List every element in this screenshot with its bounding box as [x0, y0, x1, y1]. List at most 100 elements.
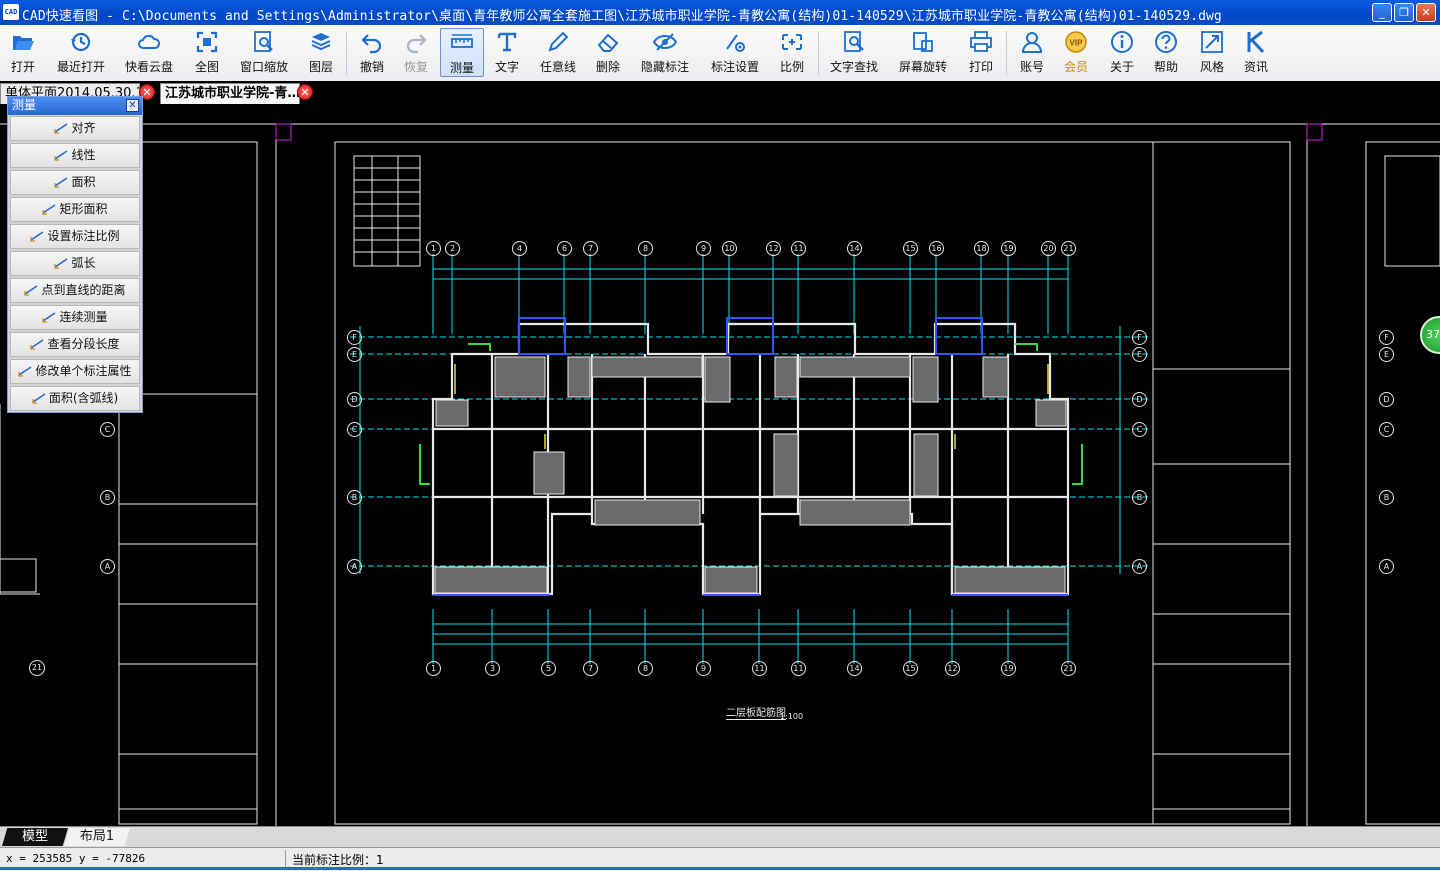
scale-icon — [772, 29, 812, 55]
grid-bubble-bottom: 14 — [847, 661, 862, 676]
grid-bubble-row-right: C — [1132, 422, 1147, 437]
toolbar-separator — [818, 31, 819, 75]
plan-title: 二层板配筋图 — [726, 704, 786, 720]
measure-tool-icon — [54, 173, 68, 188]
grid-bubble-top: 6 — [557, 241, 572, 256]
help-button[interactable]: 帮助 — [1146, 28, 1186, 77]
measure-tool-6[interactable]: 弧长 — [10, 251, 140, 276]
text-search-button[interactable]: 文字查找 — [826, 28, 882, 77]
measure-tool-label: 矩形面积 — [59, 202, 108, 216]
about-button[interactable]: 关于 — [1102, 28, 1142, 77]
grid-bubble-row-left: A — [347, 559, 362, 574]
grid-bubble-top: 15 — [903, 241, 918, 256]
measure-tool-1[interactable]: 对齐 — [10, 116, 140, 141]
grid-bubble-bottom: 8 — [638, 661, 653, 676]
measure-tool-icon — [54, 254, 68, 269]
grid-bubble-top: 16 — [929, 241, 944, 256]
help-icon — [1146, 29, 1186, 55]
measure-tool-3[interactable]: 面积 — [10, 170, 140, 195]
text-icon — [488, 29, 526, 55]
annotation-scale-readout: 当前标注比例：1 — [292, 853, 384, 867]
measure-tool-2[interactable]: 线性 — [10, 143, 140, 168]
cad-drawing — [0, 123, 1440, 826]
grid-bubble-top: 11 — [791, 241, 806, 256]
grid-bubble-bottom: 7 — [583, 661, 598, 676]
layout-tabs: 模型 布局1 — [0, 826, 1440, 847]
rotate-screen-button[interactable]: 屏幕旋转 — [894, 28, 952, 77]
grid-bubble-top: 9 — [696, 241, 711, 256]
drawing-canvas[interactable]: 1 2 4 6 7 8 9 10 12 11 14 15 16 18 19 20 21 1 3 5 7 8 9 11 11 14… — [0, 104, 1440, 826]
measure-tool-10[interactable]: 修改单个标注属性 — [10, 359, 140, 384]
redo-button[interactable]: 恢复 — [396, 28, 436, 77]
grid-bubble-row-right: A — [1132, 559, 1147, 574]
full-view-button[interactable]: 全图 — [186, 28, 228, 77]
folder-open-icon — [2, 29, 44, 55]
grid-bubble-row-far-right: C — [1379, 422, 1394, 437]
text-button[interactable]: 文字 — [488, 28, 526, 77]
measure-tool-icon — [30, 335, 44, 350]
restore-button[interactable]: ❐ — [1394, 3, 1414, 22]
grid-bubble-bottom: 11 — [791, 661, 806, 676]
minimize-button[interactable]: _ — [1372, 3, 1392, 22]
grid-bubble-row-far-right: E — [1379, 347, 1394, 362]
svg-text:VIP: VIP — [1070, 39, 1084, 48]
tab-model[interactable]: 模型 — [2, 828, 68, 846]
undo-icon — [352, 29, 392, 55]
recent-button[interactable]: 最近打开 — [52, 28, 110, 77]
layers-icon — [300, 29, 342, 55]
open-button[interactable]: 打开 — [2, 28, 44, 77]
measure-tool-11[interactable]: 面积(含弧线) — [10, 386, 140, 411]
measure-tool-9[interactable]: 查看分段长度 — [10, 332, 140, 357]
left-stair-row-label: 21 — [29, 660, 45, 676]
measure-tool-icon — [32, 389, 46, 404]
measure-panel-header: 测量 ✕ — [8, 97, 142, 115]
grid-bubble-row-left: F — [347, 330, 362, 345]
pencil-icon — [534, 29, 582, 55]
grid-bubble-bottom: 12 — [945, 661, 960, 676]
tab-layout1[interactable]: 布局1 — [64, 828, 130, 846]
measure-panel-title: 测量 — [12, 98, 37, 112]
grid-bubble-top: 10 — [722, 241, 737, 256]
grid-bubble-bottom: 1 — [426, 661, 441, 676]
measure-tool-label: 对齐 — [71, 121, 96, 135]
status-divider — [285, 850, 286, 868]
style-button[interactable]: 风格 — [1192, 28, 1232, 77]
grid-bubble-top: 7 — [583, 241, 598, 256]
freehand-line-button[interactable]: 任意线 — [534, 28, 582, 77]
measure-tool-7[interactable]: 点到直线的距离 — [10, 278, 140, 303]
measure-button[interactable]: 测量 — [440, 28, 484, 77]
measure-tool-5[interactable]: 设置标注比例 — [10, 224, 140, 249]
grid-bubble-row-far-right: B — [1379, 490, 1394, 505]
close-tab-icon[interactable]: ✕ — [297, 84, 313, 100]
annotation-settings-button[interactable]: 标注设置 — [706, 28, 764, 77]
grid-bubble-top: 21 — [1061, 241, 1076, 256]
measure-tool-icon — [30, 227, 44, 242]
account-button[interactable]: 账号 — [1012, 28, 1052, 77]
undo-button[interactable]: 撤销 — [352, 28, 392, 77]
close-window-button[interactable]: ✕ — [1416, 3, 1436, 22]
grid-bubble-top: 14 — [847, 241, 862, 256]
cloud-disk-button[interactable]: 快看云盘 — [120, 28, 178, 77]
measure-tool-icon — [18, 362, 32, 377]
measure-tool-4[interactable]: 矩形面积 — [10, 197, 140, 222]
clock-history-icon — [52, 29, 110, 55]
vip-button[interactable]: VIP 会员 — [1056, 28, 1096, 77]
layers-button[interactable]: 图层 — [300, 28, 342, 77]
grid-bubble-top: 4 — [512, 241, 527, 256]
close-panel-icon[interactable]: ✕ — [126, 99, 139, 112]
window-zoom-button[interactable]: 窗口缩放 — [236, 28, 292, 77]
measure-tool-8[interactable]: 连续测量 — [10, 305, 140, 330]
measure-tool-label: 修改单个标注属性 — [35, 364, 132, 378]
grid-bubble-row-right: B — [1132, 490, 1147, 505]
print-button[interactable]: 打印 — [962, 28, 1000, 77]
account-icon — [1012, 29, 1052, 55]
text-search-icon — [826, 29, 882, 55]
measure-tool-icon — [54, 146, 68, 161]
hide-annotation-button[interactable]: 隐藏标注 — [636, 28, 694, 77]
measure-tool-icon — [54, 119, 68, 134]
delete-button[interactable]: 删除 — [588, 28, 628, 77]
measure-tool-label: 面积 — [71, 175, 96, 189]
scale-button[interactable]: 比例 — [772, 28, 812, 77]
news-button[interactable]: 资讯 — [1236, 28, 1276, 77]
doc-tab-2[interactable]: 江苏城市职业学院-青… — [160, 83, 300, 104]
